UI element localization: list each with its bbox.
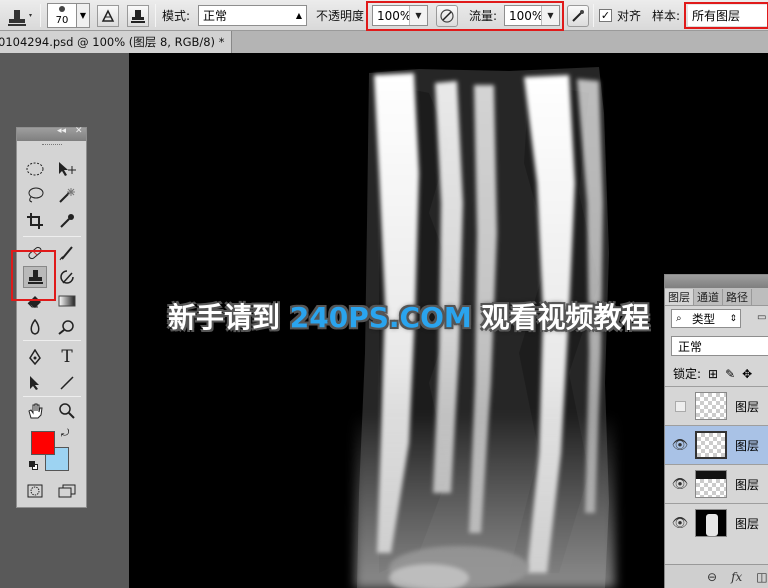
blend-mode-select[interactable]: 正常	[671, 336, 768, 356]
layers-panel: 图层 通道 路径 ⌕ 类型 ⇕ ▭ 正常 锁定: ⊞ ✎ ✥ 图层 👁 图层 👁…	[664, 274, 768, 588]
eyedropper-tool-icon[interactable]	[55, 210, 79, 232]
mode-label: 模式:	[162, 9, 191, 23]
layer-row[interactable]: 👁 图层	[665, 464, 768, 503]
add-mask-icon[interactable]: ◫	[756, 570, 767, 584]
layers-panel-tabs: 图层 通道 路径	[665, 288, 768, 306]
lock-transparent-icon[interactable]: ⊞	[708, 367, 718, 381]
zoom-tool-icon[interactable]	[55, 400, 79, 422]
blur-tool-icon[interactable]	[23, 316, 47, 338]
layer-row[interactable]: 👁 图层	[665, 503, 768, 542]
brush-tip-icon	[59, 6, 65, 12]
brush-tool-icon[interactable]	[55, 242, 79, 264]
align-label: 对齐	[617, 9, 642, 23]
layer-thumbnail	[695, 431, 727, 459]
quick-mask-icon[interactable]	[23, 480, 47, 502]
align-checkbox-group[interactable]: ✓ 对齐	[599, 0, 641, 31]
marquee-tool-icon[interactable]	[23, 158, 47, 180]
path-selection-tool-icon[interactable]	[23, 372, 47, 394]
layer-thumbnail	[695, 509, 727, 537]
toggle-clone-source-button[interactable]	[127, 0, 149, 31]
mode-select[interactable]: 正常 ▲	[198, 5, 307, 26]
tab-paths[interactable]: 路径	[723, 289, 752, 305]
eye-icon[interactable]: 👁	[665, 477, 695, 492]
swap-colors-icon[interactable]: ⤾	[61, 428, 69, 439]
tools-panel: ◂◂ ✕ T ⤾	[16, 126, 87, 508]
tab-layers[interactable]: 图层	[665, 289, 694, 305]
align-checkbox[interactable]: ✓	[599, 9, 612, 22]
brush-dropdown-arrow-icon[interactable]: ▼	[77, 3, 90, 28]
select-arrows-icon: ⇕	[729, 313, 737, 324]
crop-tool-icon[interactable]	[23, 210, 47, 232]
watermark-suffix: 观看视频教程	[471, 301, 650, 334]
gradient-tool-icon[interactable]	[55, 290, 79, 312]
lock-position-icon[interactable]: ✥	[742, 367, 752, 381]
tool-highlight-box	[11, 250, 56, 301]
clone-source-icon	[127, 4, 149, 27]
lock-row: 锁定: ⊞ ✎ ✥	[673, 365, 752, 382]
highlight-box	[366, 1, 564, 31]
default-colors-icon[interactable]	[29, 461, 38, 470]
panel-grip[interactable]	[17, 141, 86, 149]
tools-panel-header[interactable]: ◂◂ ✕	[17, 126, 86, 141]
lock-paint-icon[interactable]: ✎	[725, 367, 735, 381]
layer-thumbnail	[695, 470, 727, 498]
select-arrows-icon: ▲	[295, 11, 302, 20]
dodge-tool-icon[interactable]	[55, 316, 79, 338]
layer-filter-value: 类型	[692, 311, 715, 326]
clone-stamp-icon	[8, 9, 32, 26]
visibility-toggle-off[interactable]	[675, 400, 686, 412]
layers-footer: ⊖ fx ◫	[665, 564, 768, 588]
pen-tool-icon[interactable]	[23, 346, 47, 368]
brush-preset-picker[interactable]: 70 ▼	[47, 0, 90, 31]
close-panel-icon[interactable]: ✕	[75, 126, 83, 136]
fx-icon[interactable]: fx	[731, 570, 742, 584]
tab-strip	[232, 31, 768, 53]
eye-icon[interactable]: 👁	[665, 516, 695, 531]
highlight-box	[684, 2, 768, 29]
tab-channels[interactable]: 通道	[694, 289, 723, 305]
hand-tool-icon[interactable]	[23, 400, 47, 422]
watermark-text: 新手请到 240PS.COM 观看视频教程	[168, 296, 650, 336]
options-bar: 70 ▼ 模式: 正常 ▲ 不透明度 100% ▼ 流量: 100% ▼ ✓ 对…	[0, 0, 768, 31]
layer-row-selected[interactable]: 👁 图层	[665, 425, 768, 464]
airbrush-icon	[567, 4, 589, 27]
watermark-site: 240PS.COM	[289, 301, 472, 334]
line-tool-icon[interactable]	[55, 372, 79, 394]
history-brush-tool-icon[interactable]	[55, 266, 79, 288]
layer-name: 图层	[735, 516, 760, 531]
mode-value: 正常	[203, 9, 228, 23]
move-tool-icon[interactable]	[55, 158, 79, 180]
layer-name: 图层	[735, 438, 760, 453]
filter-image-icon[interactable]: ▭	[757, 312, 766, 323]
airbrush-button[interactable]	[567, 0, 589, 31]
sample-label: 样本:	[652, 9, 681, 23]
foreground-color-swatch[interactable]	[31, 431, 55, 455]
layer-name: 图层	[735, 399, 760, 414]
eye-icon[interactable]: 👁	[665, 438, 695, 453]
layers-panel-header[interactable]	[665, 275, 768, 288]
watermark-prefix: 新手请到	[168, 301, 290, 334]
layer-filter-select[interactable]: ⌕ 类型 ⇕	[671, 309, 741, 328]
type-tool-icon[interactable]: T	[55, 346, 79, 368]
lasso-tool-icon[interactable]	[23, 184, 47, 206]
tool-preset-picker[interactable]	[4, 0, 34, 31]
brush-panel-icon	[97, 4, 119, 27]
search-icon: ⌕	[676, 313, 682, 324]
document-title: 0104294.psd @ 100% (图层 8, RGB/8) *	[0, 35, 225, 49]
brush-size-value: 70	[55, 15, 69, 26]
screen-mode-icon[interactable]	[55, 480, 79, 502]
document-tab[interactable]: 0104294.psd @ 100% (图层 8, RGB/8) * ×	[0, 31, 244, 53]
collapse-icon[interactable]: ◂◂	[57, 126, 66, 136]
blend-mode-value: 正常	[678, 339, 703, 354]
toggle-brush-panel-button[interactable]	[97, 0, 119, 31]
layer-name: 图层	[735, 477, 760, 492]
layer-row[interactable]: 图层	[665, 386, 768, 425]
brush-preview: 70	[47, 3, 77, 28]
opacity-label: 不透明度	[316, 9, 365, 23]
link-icon[interactable]: ⊖	[707, 570, 717, 584]
lock-label: 锁定:	[673, 367, 702, 381]
layer-thumbnail	[695, 392, 727, 420]
magic-wand-tool-icon[interactable]	[55, 184, 79, 206]
